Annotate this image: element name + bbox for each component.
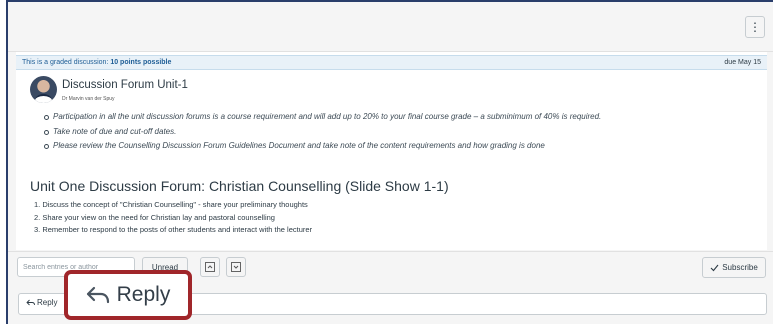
graded-prefix: This is a graded discussion: <box>22 59 111 66</box>
forum-heading: Unit One Discussion Forum: Christian Cou… <box>30 178 449 194</box>
instructions-list: 1. Discuss the concept of "Christian Cou… <box>34 199 312 237</box>
callout-label: Reply <box>116 283 171 306</box>
list-item: Take note of due and cut-off dates. <box>44 125 601 140</box>
expand-threads-button[interactable] <box>226 257 246 277</box>
list-item: 3. Remember to respond to the posts of o… <box>34 225 313 234</box>
reply-callout[interactable]: Reply <box>64 270 192 320</box>
reply-button[interactable]: Reply <box>26 298 57 307</box>
subscribe-label: Subscribe <box>722 263 758 272</box>
expand-threads-icon <box>231 262 241 272</box>
requirements-list: Participation in all the unit discussion… <box>44 110 601 154</box>
due-date: due May 15 <box>724 59 761 66</box>
graded-discussion-banner: This is a graded discussion: 10 points p… <box>16 55 767 70</box>
list-item: 1. Discuss the concept of "Christian Cou… <box>34 200 308 209</box>
list-item: Please review the Counselling Discussion… <box>44 139 601 154</box>
collapse-threads-button[interactable] <box>200 257 220 277</box>
graded-banner-text: This is a graded discussion: 10 points p… <box>22 59 171 66</box>
list-item: Participation in all the unit discussion… <box>44 110 601 125</box>
kebab-menu-glyph: ⋮ <box>749 20 761 34</box>
collapse-threads-icon <box>205 262 215 272</box>
checkmark-icon <box>710 264 719 271</box>
reply-label: Reply <box>37 298 58 307</box>
reply-arrow-icon <box>86 286 109 304</box>
discussion-content: This is a graded discussion: 10 points p… <box>16 52 767 250</box>
author-name[interactable]: Dr Marvin van der Spuy <box>62 96 115 102</box>
reply-arrow-icon <box>26 299 35 306</box>
discussion-header-bar: ⋮ <box>8 2 773 52</box>
kebab-menu-icon[interactable]: ⋮ <box>745 16 765 38</box>
avatar[interactable] <box>30 76 57 103</box>
list-item: 2. Share your view on the need for Chris… <box>34 212 275 222</box>
subscribe-button[interactable]: Subscribe <box>702 257 766 278</box>
post-title: Discussion Forum Unit-1 <box>62 79 188 91</box>
graded-points: 10 points possible <box>110 59 172 66</box>
